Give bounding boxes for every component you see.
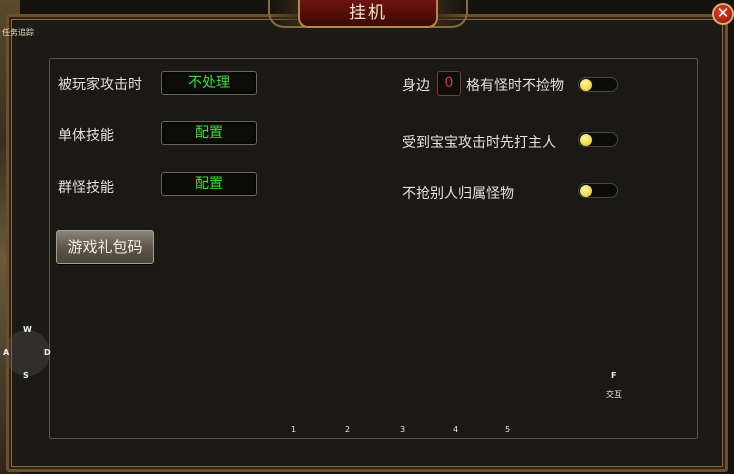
toggle-knob — [580, 185, 592, 197]
close-button[interactable]: ✕ — [712, 3, 734, 25]
single-skill-label: 单体技能 — [58, 128, 114, 144]
hotkey-2[interactable]: 2 — [345, 425, 350, 434]
no-steal-label: 不抢别人归属怪物 — [402, 186, 514, 202]
nearby-suffix-label: 格有怪时不捡物 — [466, 78, 564, 94]
interact-button[interactable]: 交互 — [606, 389, 622, 400]
group-skill-config-button[interactable]: 配置 — [161, 172, 257, 196]
interact-key-label: F — [611, 371, 617, 380]
toggle-knob — [580, 134, 592, 146]
group-skill-label: 群怪技能 — [58, 180, 114, 196]
movement-joystick[interactable]: W A D S — [0, 318, 54, 388]
hotkey-3[interactable]: 3 — [400, 425, 405, 434]
s-key-label: S — [23, 371, 29, 380]
hotkey-1[interactable]: 1 — [291, 425, 296, 434]
no-pickup-toggle[interactable] — [578, 77, 618, 92]
w-key-label: W — [23, 325, 32, 334]
toggle-knob — [580, 79, 592, 91]
single-skill-config-button[interactable]: 配置 — [161, 121, 257, 145]
hotkey-4[interactable]: 4 — [453, 425, 458, 434]
when-attacked-dropdown[interactable]: 不处理 — [161, 71, 257, 95]
pet-attacked-label: 受到宝宝攻击时先打主人 — [402, 135, 556, 151]
hotkey-5[interactable]: 5 — [505, 425, 510, 434]
nearby-prefix-label: 身边 — [402, 78, 430, 94]
quest-tracker-tab[interactable]: 任务追踪 — [2, 27, 34, 38]
close-icon: ✕ — [716, 4, 730, 22]
d-key-label: D — [44, 348, 51, 357]
gift-code-button[interactable]: 游戏礼包码 — [56, 230, 154, 264]
window-title: 挂机 — [349, 3, 387, 23]
nearby-count-input[interactable]: 0 — [437, 71, 461, 96]
no-steal-toggle[interactable] — [578, 183, 618, 198]
pet-attacked-toggle[interactable] — [578, 132, 618, 147]
a-key-label: A — [3, 348, 10, 357]
when-attacked-label: 被玩家攻击时 — [58, 77, 142, 93]
